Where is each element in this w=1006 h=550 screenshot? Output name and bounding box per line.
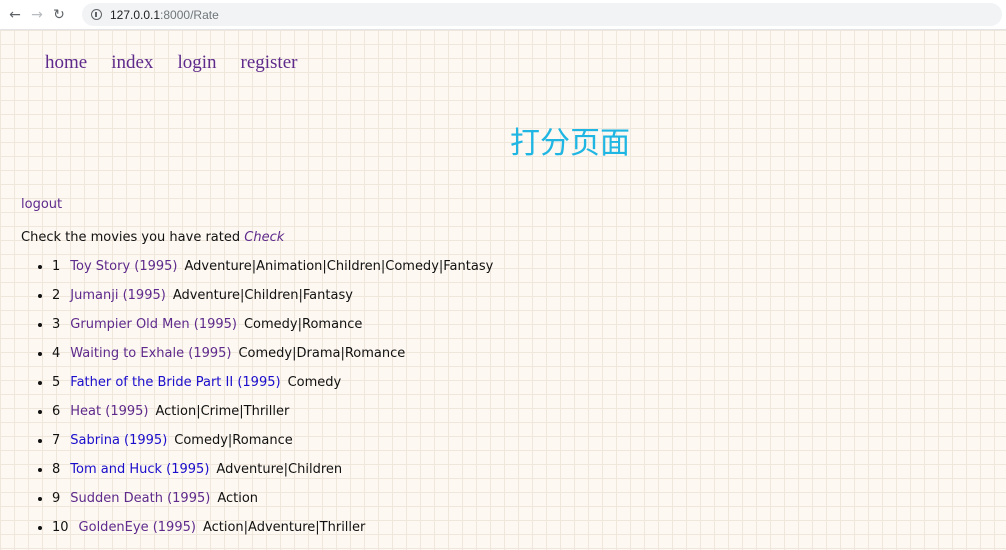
- movie-number: 6: [52, 404, 61, 419]
- movie-genres: Action|Crime|Thriller: [155, 404, 290, 419]
- list-item: 10 GoldenEye (1995) Action|Adventure|Thril…: [52, 516, 493, 545]
- logout-link[interactable]: logout: [21, 197, 62, 212]
- list-item: 4 Waiting to Exhale (1995) Comedy|Drama|Ro…: [52, 342, 493, 371]
- movie-genres: Action: [217, 491, 259, 506]
- nav-home-link[interactable]: home: [45, 52, 87, 74]
- movie-title-link[interactable]: Jumanji (1995): [70, 288, 166, 303]
- list-item: 9 Sudden Death (1995) Action: [52, 487, 493, 516]
- movie-title-link[interactable]: Waiting to Exhale (1995): [70, 346, 231, 361]
- list-item: 3 Grumpier Old Men (1995) Comedy|Romance: [52, 313, 493, 342]
- movie-genres: Action|Adventure|Thriller: [202, 520, 366, 535]
- movie-title-link[interactable]: Grumpier Old Men (1995): [70, 317, 237, 332]
- movie-genres: Comedy: [287, 375, 342, 390]
- movie-number: 8: [52, 462, 61, 477]
- movie-number: 1: [52, 259, 61, 274]
- nav-login-link[interactable]: login: [177, 52, 216, 74]
- movie-title-link[interactable]: Sabrina (1995): [70, 433, 167, 448]
- movie-title-link[interactable]: GoldenEye (1995): [79, 520, 196, 535]
- forward-arrow-icon[interactable]: →: [26, 4, 48, 26]
- movie-number: 10: [52, 520, 69, 535]
- movie-title-link[interactable]: Toy Story (1995): [70, 259, 177, 274]
- check-text: Check the movies you have rated: [21, 230, 245, 245]
- movie-number: 9: [52, 491, 61, 506]
- movie-title-link[interactable]: Sudden Death (1995): [70, 491, 210, 506]
- nav-register-link[interactable]: register: [241, 52, 298, 74]
- movie-title-link[interactable]: Heat (1995): [70, 404, 148, 419]
- list-item: 7 Sabrina (1995) Comedy|Romance: [52, 429, 493, 458]
- url-path: :8000/Rate: [160, 7, 219, 22]
- movie-number: 7: [52, 433, 61, 448]
- movie-genres: Adventure|Children|Fantasy: [172, 288, 353, 303]
- list-item: 1 Toy Story (1995) Adventure|Animation|Chi…: [52, 255, 493, 284]
- url-host: 127.0.0.1: [110, 7, 161, 22]
- movie-number: 4: [52, 346, 61, 361]
- movie-genres: Comedy|Romance: [243, 317, 363, 332]
- reload-icon[interactable]: ↻: [48, 4, 70, 26]
- top-nav: home index login register: [45, 52, 321, 74]
- nav-index-link[interactable]: index: [111, 52, 153, 74]
- movie-number: 3: [52, 317, 61, 332]
- back-arrow-icon[interactable]: ←: [4, 4, 26, 26]
- list-item: 5 Father of the Bride Part II (1995) Comed…: [52, 371, 493, 400]
- page-content: home index login register 打分页面 logout Ch…: [0, 30, 1006, 550]
- movie-genres: Comedy|Drama|Romance: [238, 346, 406, 361]
- url-text: 127.0.0.1:8000/Rate: [110, 8, 219, 22]
- list-item: 2 Jumanji (1995) Adventure|Children|Fantas…: [52, 284, 493, 313]
- movie-genres: Adventure|Children: [216, 462, 343, 477]
- list-item: 8 Tom and Huck (1995) Adventure|Children: [52, 458, 493, 487]
- movie-number: 2: [52, 288, 61, 303]
- info-icon[interactable]: [91, 9, 102, 20]
- movie-genres: Adventure|Animation|Children|Comedy|Fant…: [184, 259, 494, 274]
- check-link[interactable]: Check: [244, 230, 284, 245]
- movie-number: 5: [52, 375, 61, 390]
- list-item: 6 Heat (1995) Action|Crime|Thriller: [52, 400, 493, 429]
- movie-title-link[interactable]: Tom and Huck (1995): [70, 462, 209, 477]
- address-bar[interactable]: 127.0.0.1:8000/Rate: [82, 3, 1002, 26]
- browser-toolbar: ← → ↻ 127.0.0.1:8000/Rate: [0, 0, 1006, 30]
- movie-list: 1 Toy Story (1995) Adventure|Animation|Chi…: [36, 255, 493, 545]
- movie-genres: Comedy|Romance: [174, 433, 293, 448]
- page-title: 打分页面: [510, 126, 630, 161]
- movie-title-link[interactable]: Father of the Bride Part II (1995): [70, 375, 280, 390]
- check-line: Check the movies you have rated Check: [21, 230, 284, 245]
